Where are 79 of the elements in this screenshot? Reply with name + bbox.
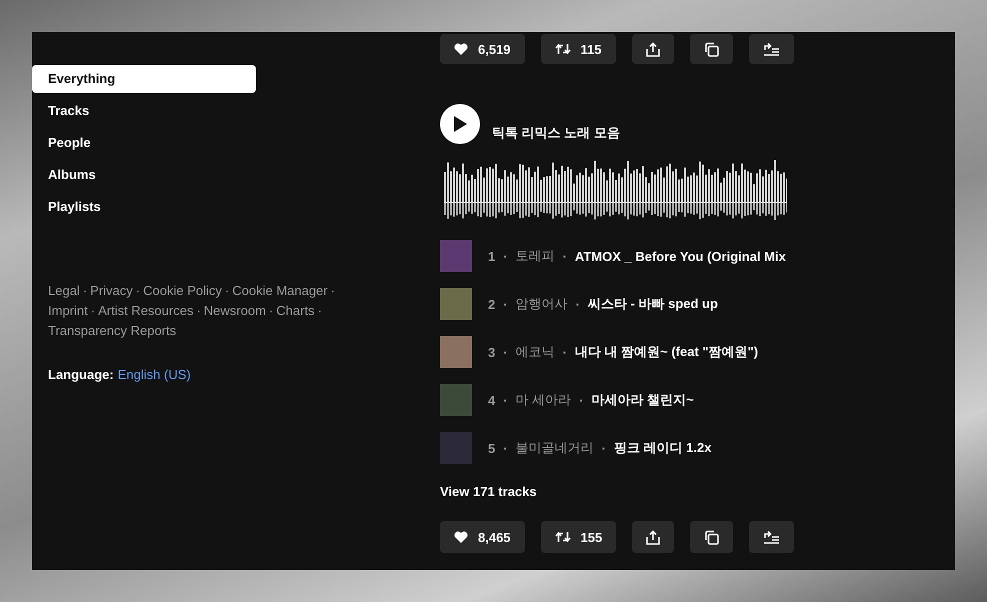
share-button[interactable] (632, 521, 674, 553)
separator-dot: · (602, 440, 606, 456)
footer-link[interactable]: Newsroom (204, 301, 266, 321)
photo-placeholder (440, 240, 472, 272)
track-title-link[interactable]: 씨스타 - 바빠 sped up (588, 295, 718, 313)
separator-dot: · (562, 248, 567, 264)
separator-dot: · (503, 248, 508, 264)
separator-dot: · (562, 344, 567, 360)
separator-dot: · (503, 392, 508, 408)
track-title-link[interactable]: ATMOX _ Before You (Original Mix (574, 248, 786, 264)
footer-link[interactable]: Legal (48, 281, 80, 301)
separator-dot: · (224, 282, 230, 300)
photo-placeholder (440, 288, 472, 320)
copy-link-button[interactable] (690, 521, 734, 553)
separator-dot: · (579, 392, 584, 408)
photo-placeholder (440, 432, 472, 464)
share-button[interactable] (632, 34, 674, 64)
heart-icon (454, 531, 468, 543)
add-to-queue-icon (763, 530, 780, 544)
track-number: 4 (488, 392, 496, 408)
separator-dot: · (576, 296, 580, 312)
separator-dot: · (503, 344, 508, 360)
footer-link[interactable]: Charts (276, 301, 315, 321)
separator-dot: · (503, 296, 508, 312)
repost-icon (554, 43, 571, 55)
footer-link[interactable]: Artist Resources (98, 301, 194, 321)
copy-icon (704, 42, 719, 56)
play-icon (453, 116, 467, 132)
artist-link[interactable]: 토레피 (516, 247, 555, 265)
track-number: 1 (488, 248, 496, 264)
like-button[interactable]: 6,519 (440, 34, 525, 64)
play-button[interactable] (440, 104, 480, 144)
footer-link[interactable]: Cookie Manager (232, 281, 328, 301)
share-icon (646, 42, 660, 56)
playlist-title[interactable]: 틱톡 리믹스 노래 모음 (492, 124, 620, 142)
track-number: 5 (488, 440, 496, 456)
sidebar-item[interactable]: People (32, 129, 256, 157)
track-title-link[interactable]: 핑크 레이디 1.2x (614, 439, 712, 457)
copy-icon (704, 530, 720, 544)
photo-placeholder (440, 384, 472, 416)
repost-icon (554, 531, 571, 543)
copy-link-button[interactable] (690, 34, 733, 64)
track-title-link[interactable]: 마세아라 챌린지~ (592, 391, 694, 409)
repost-button[interactable]: 115 (540, 34, 616, 64)
separator-dot: · (268, 302, 274, 320)
add-to-queue-button[interactable] (748, 34, 794, 64)
separator-dot: · (318, 302, 322, 320)
view-tracks-link[interactable]: View 171 tracks (440, 484, 537, 499)
artist-link[interactable]: 불미골네거리 (516, 439, 594, 457)
footer-link[interactable]: Privacy (90, 281, 133, 301)
artist-link[interactable]: 암행어사 (516, 295, 568, 313)
add-to-queue-icon (762, 42, 780, 56)
artist-link[interactable]: 마 세아라 (516, 391, 572, 409)
separator-dot: · (82, 282, 88, 300)
repost-button[interactable]: 155 (540, 521, 616, 553)
separator-dot: · (330, 282, 335, 300)
sidebar-item[interactable]: Playlists (32, 193, 256, 221)
language-label: Language: (48, 366, 114, 384)
sidebar-item[interactable]: Everything (32, 65, 256, 93)
language-link[interactable]: English (US) (118, 365, 191, 385)
like-button[interactable]: 8,465 (440, 521, 525, 553)
photo-placeholder (440, 336, 472, 368)
footer-link[interactable]: Imprint (48, 301, 88, 321)
separator-dot: · (196, 302, 201, 320)
separator-dot: · (136, 282, 140, 300)
sidebar-item[interactable]: Tracks (32, 97, 256, 125)
heart-icon (454, 43, 468, 55)
track-number: 3 (488, 344, 496, 360)
separator-dot: · (503, 440, 508, 456)
sidebar-item[interactable]: Albums (32, 161, 256, 189)
add-to-queue-button[interactable] (749, 521, 794, 553)
track-number: 2 (488, 296, 496, 312)
share-icon (646, 530, 660, 544)
artist-link[interactable]: 에코닉 (516, 343, 555, 361)
footer-link[interactable]: Cookie Policy (143, 281, 222, 301)
track-title-link[interactable]: 내다 내 짬예원~ (feat "짬예원") (574, 343, 758, 361)
separator-dot: · (90, 302, 96, 320)
footer-link[interactable]: Transparency Reports (48, 321, 176, 341)
waveform-drawing[interactable] (444, 160, 787, 220)
